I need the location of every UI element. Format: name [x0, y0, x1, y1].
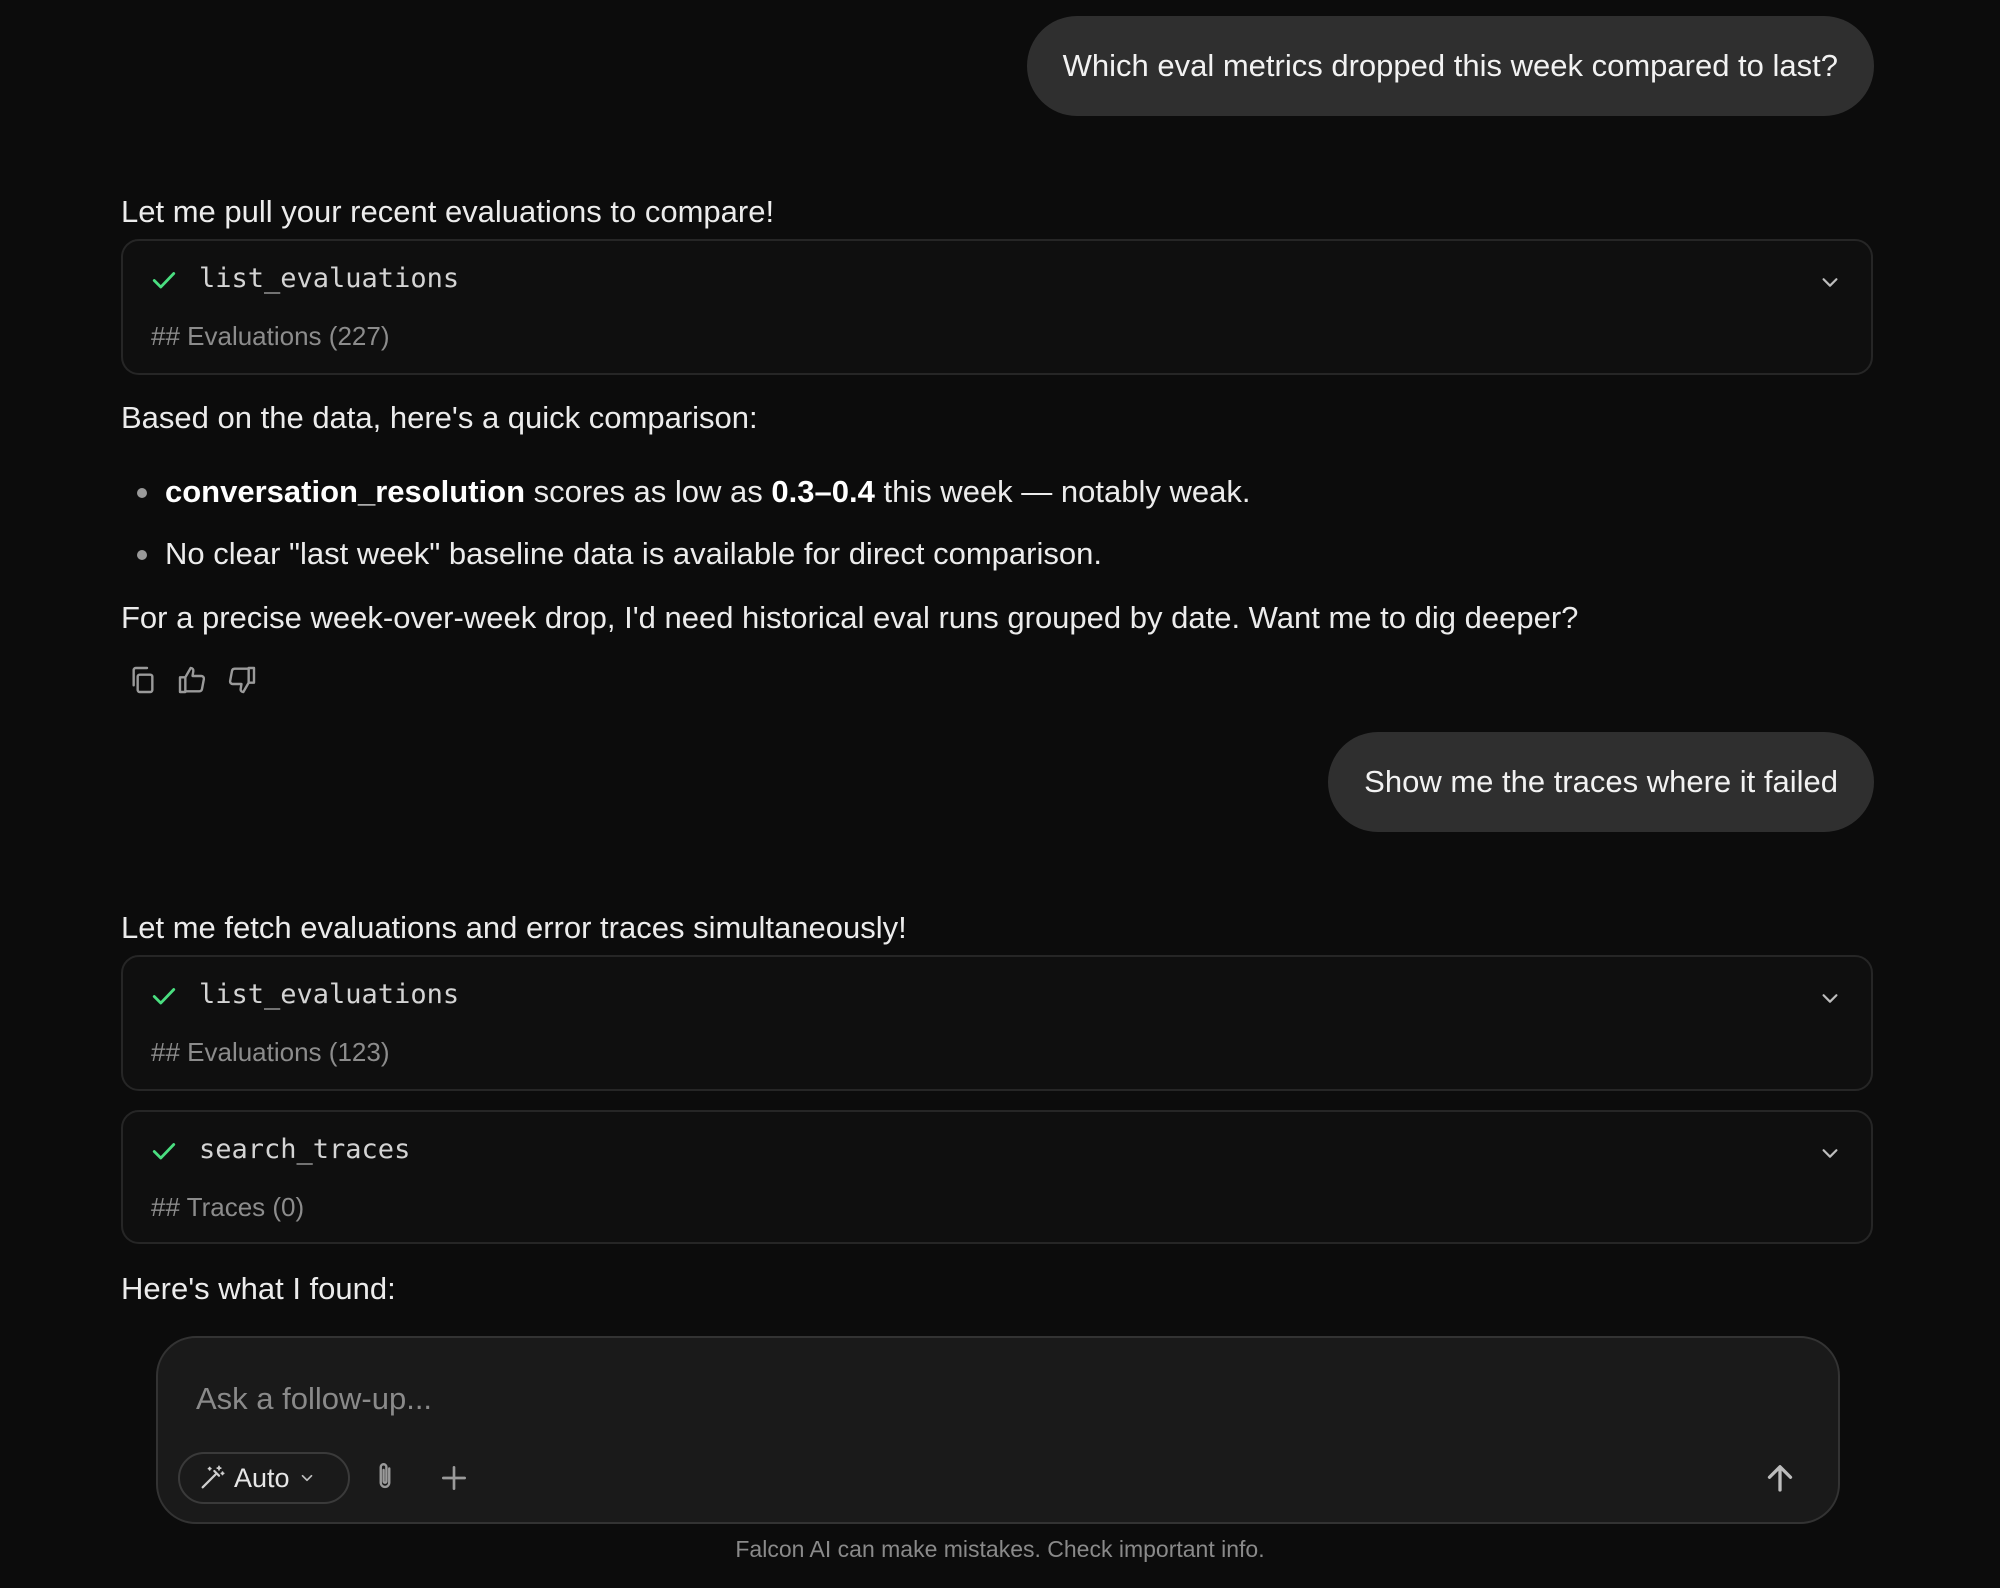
- assistant-closing-text: For a precise week-over-week drop, I'd n…: [121, 600, 1579, 635]
- user-message-bubble: Which eval metrics dropped this week com…: [1026, 16, 1874, 116]
- tool-call-card[interactable]: search_traces ## Traces (0): [121, 1110, 1873, 1244]
- score-range: 0.3–0.4: [771, 474, 875, 509]
- mode-selector[interactable]: Auto: [178, 1452, 350, 1504]
- assistant-body-text: Here's what I found:: [121, 1271, 396, 1306]
- tool-result-summary: ## Traces (0): [151, 1192, 305, 1222]
- mode-label: Auto: [234, 1462, 290, 1493]
- copy-icon[interactable]: [127, 664, 159, 696]
- user-message-bubble: Show me the traces where it failed: [1328, 732, 1874, 832]
- tool-result-summary: ## Evaluations (123): [151, 1037, 390, 1067]
- bullet-item: conversation_resolution scores as low as…: [165, 474, 1250, 510]
- magic-wand-icon: [201, 1465, 225, 1489]
- user-message-text: Show me the traces where it failed: [1364, 764, 1838, 799]
- follow-up-input[interactable]: [194, 1374, 1698, 1424]
- tool-name: list_evaluations: [199, 263, 460, 294]
- chevron-down-icon: [301, 1474, 312, 1482]
- paperclip-icon[interactable]: [368, 1460, 402, 1494]
- check-icon: [152, 1143, 176, 1160]
- bullet-text-segment: scores as low as: [525, 474, 772, 509]
- chevron-down-icon[interactable]: [1819, 271, 1841, 293]
- send-arrow-icon[interactable]: [1762, 1460, 1798, 1496]
- bullet-dot: [137, 550, 147, 560]
- thumbs-up-icon[interactable]: [176, 664, 208, 696]
- tool-call-card[interactable]: list_evaluations ## Evaluations (227): [121, 239, 1873, 375]
- chevron-down-icon[interactable]: [1819, 987, 1841, 1009]
- assistant-body-text: Based on the data, here's a quick compar…: [121, 400, 758, 435]
- user-message-text: Which eval metrics dropped this week com…: [1062, 48, 1838, 83]
- check-icon: [152, 988, 176, 1005]
- metric-name: conversation_resolution: [165, 474, 526, 509]
- tool-name: list_evaluations: [199, 979, 460, 1010]
- disclaimer-text: Falcon AI can make mistakes. Check impor…: [735, 1536, 1265, 1562]
- message-composer: Auto: [156, 1336, 1840, 1524]
- tool-name: search_traces: [199, 1134, 411, 1165]
- plus-icon[interactable]: [438, 1462, 470, 1494]
- assistant-intro-text: Let me pull your recent evaluations to c…: [121, 194, 775, 229]
- assistant-intro-text: Let me fetch evaluations and error trace…: [121, 910, 907, 945]
- thumbs-down-icon[interactable]: [226, 664, 258, 696]
- tool-result-summary: ## Evaluations (227): [151, 321, 390, 351]
- bullet-dot: [137, 488, 147, 498]
- tool-call-card[interactable]: list_evaluations ## Evaluations (123): [121, 955, 1873, 1091]
- chevron-down-icon[interactable]: [1819, 1142, 1841, 1164]
- bullet-item: No clear "last week" baseline data is av…: [165, 536, 1102, 571]
- check-icon: [152, 272, 176, 289]
- bullet-text-segment: this week — notably weak.: [874, 474, 1251, 509]
